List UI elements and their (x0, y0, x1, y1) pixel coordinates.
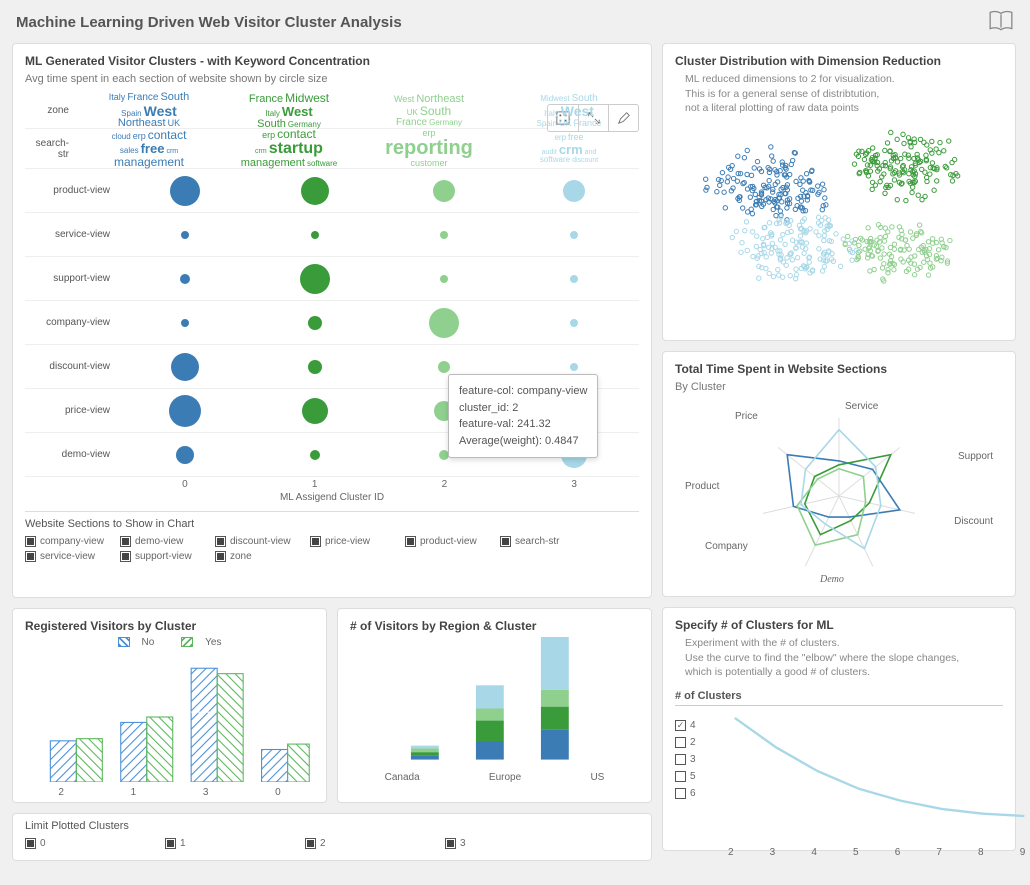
row-label: service-view (25, 229, 120, 240)
row-label: demo-view (25, 449, 120, 460)
bubble-title: ML Generated Visitor Clusters - with Key… (25, 54, 639, 68)
filter-check[interactable]: product-view (405, 536, 500, 547)
filter-check[interactable]: support-view (120, 551, 215, 562)
row-label: search-str (25, 138, 79, 160)
row-label: product-view (25, 185, 120, 196)
row-label: company-view (25, 317, 120, 328)
xtick: 0 (120, 479, 250, 490)
limit-title: Limit Plotted Clusters (25, 820, 639, 832)
xtick: 2 (380, 479, 510, 490)
filter-check[interactable]: zone (215, 551, 310, 562)
section-filter-title: Website Sections to Show in Chart (25, 511, 639, 530)
elbow-chart[interactable] (723, 712, 1030, 842)
filter-check[interactable]: search-str (500, 536, 595, 547)
cluster-radio[interactable]: 3 (675, 754, 715, 765)
row-label: price-view (25, 405, 120, 416)
filter-check[interactable]: demo-view (120, 536, 215, 547)
section-filter-list: company-view demo-view discount-view pri… (25, 536, 639, 562)
reg-chart[interactable] (25, 652, 314, 782)
limit-check[interactable]: 0 (25, 838, 165, 849)
xaxis-title: ML Assigend Cluster ID (25, 492, 639, 503)
radar-card: Total Time Spent in Website Sections By … (662, 351, 1016, 597)
clusters-sub: Experiment with the # of clusters.Use th… (685, 636, 1003, 680)
radar-subtitle: By Cluster (675, 380, 1003, 395)
filter-check[interactable]: price-view (310, 536, 405, 547)
cluster-radio[interactable]: ✓4 (675, 720, 715, 731)
row-label: zone (25, 105, 79, 116)
clusters-options-title: # of Clusters (675, 690, 1003, 706)
bubble-chart-card: ML Generated Visitor Clusters - with Key… (12, 43, 652, 598)
limit-check[interactable]: 2 (305, 838, 445, 849)
limit-check[interactable]: 1 (165, 838, 305, 849)
region-title: # of Visitors by Region & Cluster (350, 619, 639, 633)
radar-title: Total Time Spent in Website Sections (675, 362, 1003, 376)
scatter-card: Cluster Distribution with Dimension Redu… (662, 43, 1016, 341)
page-title: Machine Learning Driven Web Visitor Clus… (16, 14, 402, 31)
row-label: discount-view (25, 361, 120, 372)
region-chart[interactable] (350, 637, 639, 767)
cluster-radio[interactable]: 5 (675, 771, 715, 782)
filter-check[interactable]: discount-view (215, 536, 310, 547)
help-book-icon[interactable] (988, 10, 1014, 35)
xtick: 1 (250, 479, 380, 490)
scatter-chart[interactable] (675, 116, 1003, 306)
chart-tooltip: feature-col: company-view cluster_id: 2 … (448, 374, 598, 458)
registered-visitors-card: Registered Visitors by Cluster No Yes (12, 608, 327, 803)
visitors-by-region-card: # of Visitors by Region & Cluster Canada… (337, 608, 652, 803)
scatter-title: Cluster Distribution with Dimension Redu… (675, 54, 1003, 68)
filter-check[interactable]: company-view (25, 536, 120, 547)
reg-legend: No Yes (25, 637, 314, 648)
filter-check[interactable]: service-view (25, 551, 120, 562)
cluster-radio[interactable]: 6 (675, 788, 715, 799)
scatter-sub: ML reduced dimensions to 2 for visualiza… (685, 72, 1003, 116)
clusters-title: Specify # of Clusters for ML (675, 618, 1003, 632)
radar-chart[interactable] (675, 401, 1003, 581)
cluster-radio[interactable]: 2 (675, 737, 715, 748)
reg-title: Registered Visitors by Cluster (25, 619, 314, 633)
limit-check[interactable]: 3 (445, 838, 585, 849)
bubble-subtitle: Avg time spent in each section of websit… (25, 72, 639, 87)
limit-clusters-card: Limit Plotted Clusters 0 1 2 3 (12, 813, 652, 861)
row-label: support-view (25, 273, 120, 284)
xtick: 3 (509, 479, 639, 490)
num-clusters-card: Specify # of Clusters for ML Experiment … (662, 607, 1016, 851)
